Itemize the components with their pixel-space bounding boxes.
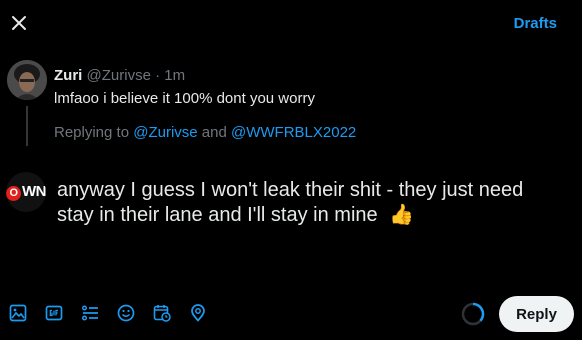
emoji-button[interactable] — [116, 303, 136, 323]
compose-text-content: anyway I guess I won't leak their shit -… — [57, 179, 524, 226]
replying-conjunction: and — [197, 124, 231, 141]
replying-user-1[interactable]: @Zurivse — [133, 124, 197, 141]
compose-textarea[interactable]: anyway I guess I won't leak their shit -… — [57, 178, 557, 228]
parent-avatar[interactable] — [7, 60, 47, 100]
poll-button[interactable] — [80, 303, 100, 323]
schedule-icon — [153, 305, 171, 322]
media-button[interactable] — [8, 303, 28, 323]
thread-line — [26, 106, 28, 146]
parent-tweet-text: lmfaoo i believe it 100% dont you worry — [54, 90, 315, 107]
composer-avatar[interactable]: O WN — [6, 172, 46, 212]
compose-toolbar: Reply — [0, 294, 582, 334]
schedule-button[interactable] — [152, 303, 172, 323]
replying-user-2[interactable]: @WWFRBLX2022 — [231, 124, 356, 141]
replying-prefix: Replying to — [54, 124, 134, 141]
parent-display-name[interactable]: Zuri — [54, 67, 82, 84]
gif-button[interactable] — [44, 303, 64, 323]
poll-icon — [81, 305, 98, 321]
drafts-button[interactable]: Drafts — [514, 15, 557, 32]
gif-icon — [45, 305, 63, 321]
location-icon — [191, 304, 205, 322]
reply-button[interactable]: Reply — [499, 296, 574, 332]
image-icon — [9, 304, 27, 322]
composer-avatar-logo: O WN — [6, 183, 46, 201]
parent-handle[interactable]: @Zurivse — [87, 67, 151, 84]
parent-tweet-header: Zuri @Zurivse · 1m — [54, 67, 185, 84]
close-button[interactable] — [4, 8, 34, 38]
close-icon — [12, 16, 26, 30]
emoji-icon — [117, 304, 135, 322]
character-count-progress — [460, 301, 486, 327]
top-bar: Drafts — [0, 0, 582, 46]
parent-time[interactable]: 1m — [164, 67, 185, 84]
parent-separator: · — [150, 67, 165, 84]
location-button[interactable] — [188, 303, 208, 323]
thumbs-up-emoji: 👍 — [389, 204, 415, 226]
replying-to: Replying to @Zurivse and @WWFRBLX2022 — [54, 124, 356, 141]
